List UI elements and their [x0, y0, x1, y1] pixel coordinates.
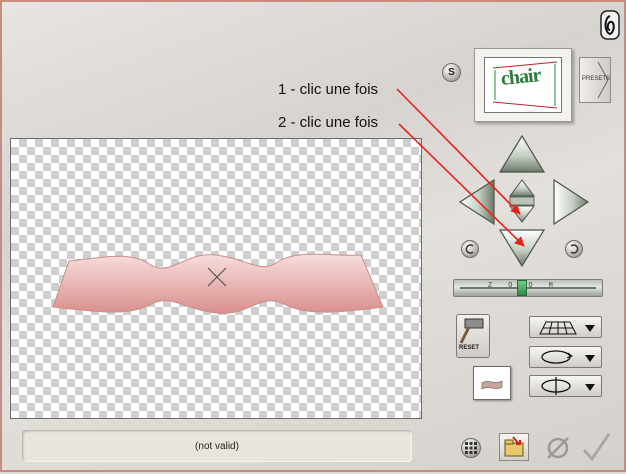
arrow-step-1: [396, 88, 521, 215]
reset-label: RESET: [459, 345, 480, 351]
reset-button[interactable]: RESET: [456, 314, 490, 358]
chevron-down-icon: [585, 384, 595, 391]
chevron-down-icon: [585, 355, 595, 362]
annotation-arrows: [396, 88, 525, 247]
arrow-step-2: [398, 123, 525, 247]
zoom-slider[interactable]: ZOOM: [453, 279, 603, 297]
open-folder-button[interactable]: [499, 433, 529, 461]
hammer-icon: [459, 318, 484, 344]
checkmark-icon[interactable]: [580, 432, 612, 462]
zoom-thumb[interactable]: [517, 280, 527, 296]
axis-dropdown[interactable]: [529, 375, 602, 397]
texture-button[interactable]: [473, 366, 511, 400]
perspective-grid-icon: [539, 321, 577, 335]
grid-dropdown[interactable]: [529, 316, 602, 338]
texture-preview-icon: [481, 380, 503, 390]
chevron-down-icon: [585, 325, 595, 332]
grid-icon[interactable]: [461, 438, 481, 458]
cancel-icon[interactable]: [544, 434, 572, 462]
plugin-window: (not valid) 1 - clic une fois 2 - clic u…: [0, 0, 626, 472]
axis-rotate-icon: [541, 377, 571, 395]
open-folder-icon: [504, 436, 524, 457]
zoom-label: ZOOM: [488, 282, 569, 290]
rotation-dropdown[interactable]: [529, 346, 602, 368]
ellipse-rotate-icon: [541, 350, 574, 364]
